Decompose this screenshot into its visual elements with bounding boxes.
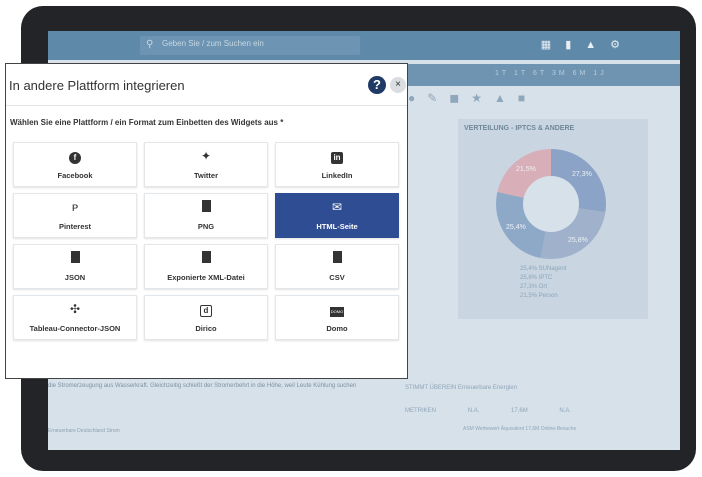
csv-file-icon <box>276 251 398 265</box>
top-bar: ⚲ Geben Sie / zum Suchen ein ▦▮▲⚙ <box>48 31 680 60</box>
donut-label: 25,4% <box>506 224 526 231</box>
file-icon <box>14 251 136 265</box>
option-xml[interactable]: Exponierte XML-Datei <box>144 244 268 289</box>
close-icon[interactable]: × <box>390 77 406 93</box>
option-tableau[interactable]: ✣ Tableau-Connector-JSON <box>13 295 137 340</box>
file-icon <box>145 251 267 265</box>
option-pinterest[interactable]: ᴘ Pinterest <box>13 193 137 238</box>
platform-grid: f Facebook ✦ Twitter in LinkedIn ᴘ Pinte… <box>13 142 401 370</box>
widget-toolbar: ●✎◼★▲■ <box>408 91 538 105</box>
dirico-icon: d <box>145 302 267 317</box>
metrics-row: METRIKEN N.A. 17,6M N.A. <box>405 408 572 414</box>
donut-label: 25,8% <box>568 237 588 244</box>
option-twitter[interactable]: ✦ Twitter <box>144 142 268 187</box>
option-json[interactable]: JSON <box>13 244 137 289</box>
help-icon[interactable]: ? <box>368 76 386 94</box>
facebook-icon: f <box>14 149 136 164</box>
option-linkedin[interactable]: in LinkedIn <box>275 142 399 187</box>
option-facebook[interactable]: f Facebook <box>13 142 137 187</box>
linkedin-icon: in <box>276 149 398 164</box>
article-tags: Erneuerbare Deutschland Strom <box>48 428 120 434</box>
donut-legend: 25,4% SUNagent 25,8% IPTC 27,3% Ort 21,5… <box>520 266 567 299</box>
option-dirico[interactable]: d Dirico <box>144 295 268 340</box>
pinterest-icon: ᴘ <box>71 200 79 214</box>
envelope-icon: ✉ <box>331 200 343 214</box>
metrics-match: STIMMT ÜBEREIN Erneuerbare Energien <box>405 385 517 391</box>
twitter-icon: ✦ <box>200 149 212 163</box>
top-bar-icons: ▦▮▲⚙ <box>540 39 634 51</box>
donut-title: VERTEILUNG - IPTCS & ANDERE <box>464 125 575 132</box>
date-range-bar: 1T 1T 6T 3M 6M 1J <box>408 64 680 86</box>
option-png[interactable]: PNG <box>144 193 268 238</box>
domo-icon: DOMO <box>276 302 398 317</box>
dialog-instruction: Wählen Sie eine Plattform / ein Format z… <box>10 118 284 127</box>
option-domo[interactable]: DOMO Domo <box>275 295 399 340</box>
tableau-icon: ✣ <box>69 302 81 316</box>
search-input[interactable]: ⚲ Geben Sie / zum Suchen ein <box>140 36 360 55</box>
donut-chart <box>496 149 606 259</box>
option-csv[interactable]: CSV <box>275 244 399 289</box>
donut-label: 21,5% <box>516 166 536 173</box>
image-file-icon <box>145 200 267 214</box>
search-icon: ⚲ <box>146 39 154 50</box>
dialog-title: In andere Plattform integrieren <box>9 78 185 93</box>
integrate-platform-dialog: In andere Plattform integrieren ? × Wähl… <box>5 63 408 379</box>
option-html-page[interactable]: ✉ HTML-Seite <box>275 193 399 238</box>
dialog-divider <box>6 105 407 106</box>
metrics-subtext: ASM Werbewert Äquivalent 17,6M Online-Be… <box>463 426 577 432</box>
article-snippet: die Stromerzeugung aus Wasserkraft. Glei… <box>48 383 357 389</box>
donut-label: 27,3% <box>572 171 592 178</box>
